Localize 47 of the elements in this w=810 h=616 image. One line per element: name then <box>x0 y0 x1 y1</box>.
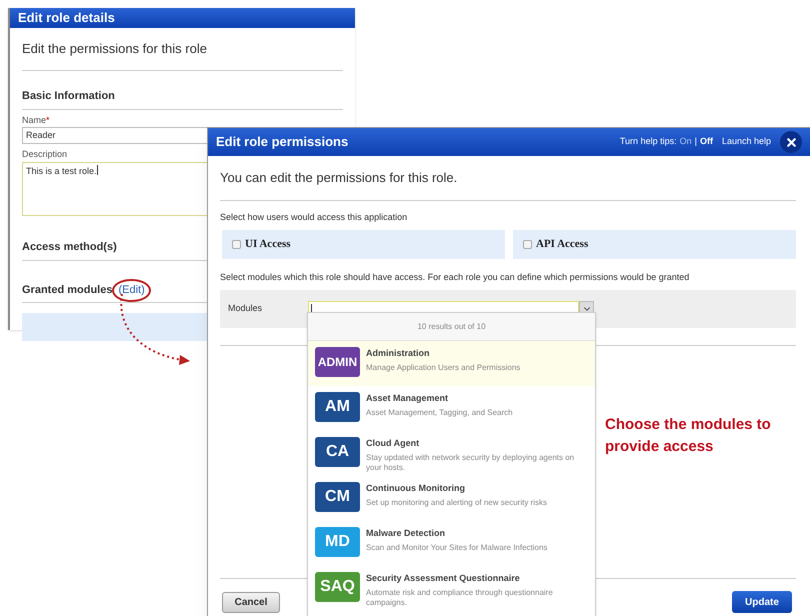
help-tips-label: Turn help tips: <box>620 135 677 148</box>
dialog-title: Edit role details <box>18 9 115 27</box>
field-label: Description <box>22 148 68 161</box>
module-description: Scan and Monitor Your Sites for Malware Infections <box>366 542 548 552</box>
field-label: Name* <box>22 114 51 126</box>
callout-text: Choose the modules to provide access <box>605 415 772 457</box>
modules-prompt: Select modules which this role should have access. For each role you can define which permissions would be granted <box>220 270 690 284</box>
module-badge: SAQ <box>315 572 360 602</box>
module-option[interactable]: ADMIN Administration Manage Application Users and Permissions <box>308 341 595 386</box>
close-button[interactable] <box>780 131 802 153</box>
module-description: Set up monitoring and alerting of new security risks <box>366 498 547 508</box>
modules-label: Modules <box>228 302 264 316</box>
module-option[interactable]: SAQ Security Assessment Questionnaire Automate risk and compliance through questionnaire campaigns. <box>308 566 595 611</box>
module-name: Cloud Agent <box>366 437 420 450</box>
section-heading: Basic Information <box>22 90 115 102</box>
access-checkbox[interactable]: API Access <box>513 230 796 258</box>
module-badge: MD <box>315 527 360 557</box>
edit-link[interactable]: (Edit) <box>112 278 151 302</box>
module-description: Manage Application Users and Permissions <box>366 362 520 372</box>
module-name: Administration <box>366 347 431 360</box>
module-option[interactable]: MD Malware Detection Scan and Monitor Your Sites for Malware Infections <box>308 521 595 566</box>
section-heading: Granted modules <box>22 282 112 298</box>
section-heading: Access method(s) <box>22 240 117 252</box>
module-badge: AM <box>315 392 360 422</box>
module-badge: ADMIN <box>315 347 360 377</box>
separator: | <box>694 135 697 148</box>
results-count: 10 results out of 10 <box>417 320 486 332</box>
module-description: Stay updated with network security by deploying agents on your hosts. <box>366 452 576 472</box>
cancel-button[interactable]: Cancel <box>222 592 280 612</box>
update-button[interactable]: Update <box>732 591 792 613</box>
module-option[interactable]: CA Cloud Agent Stay updated with network security by deploying agents on your hosts. <box>308 431 595 476</box>
dialog-subtitle: Edit the permissions for this role <box>22 40 207 56</box>
module-name: Malware Detection <box>366 527 446 540</box>
module-badge: CA <box>315 437 360 467</box>
module-name: Security Assessment Questionnaire <box>366 572 521 585</box>
module-name: Continuous Monitoring <box>366 482 466 495</box>
access-checkbox[interactable]: UI Access <box>222 230 505 258</box>
close-icon <box>784 136 798 148</box>
module-badge: CM <box>315 482 360 512</box>
module-description: Asset Management, Tagging, and Search <box>366 408 513 418</box>
help-tips-toggle[interactable]: On <box>680 135 692 149</box>
module-description: Automate risk and compliance through questionnaire campaigns. <box>366 588 554 608</box>
module-option[interactable]: AM Asset Management Asset Management, Tagging, and Search <box>308 386 595 431</box>
help-tips-toggle[interactable]: Off <box>700 135 713 149</box>
module-name: Asset Management <box>366 392 450 405</box>
launch-help-link[interactable]: Launch help <box>722 135 771 149</box>
module-option[interactable]: CM Continuous Monitoring Set up monitoring and alerting of new security risks <box>308 476 595 521</box>
